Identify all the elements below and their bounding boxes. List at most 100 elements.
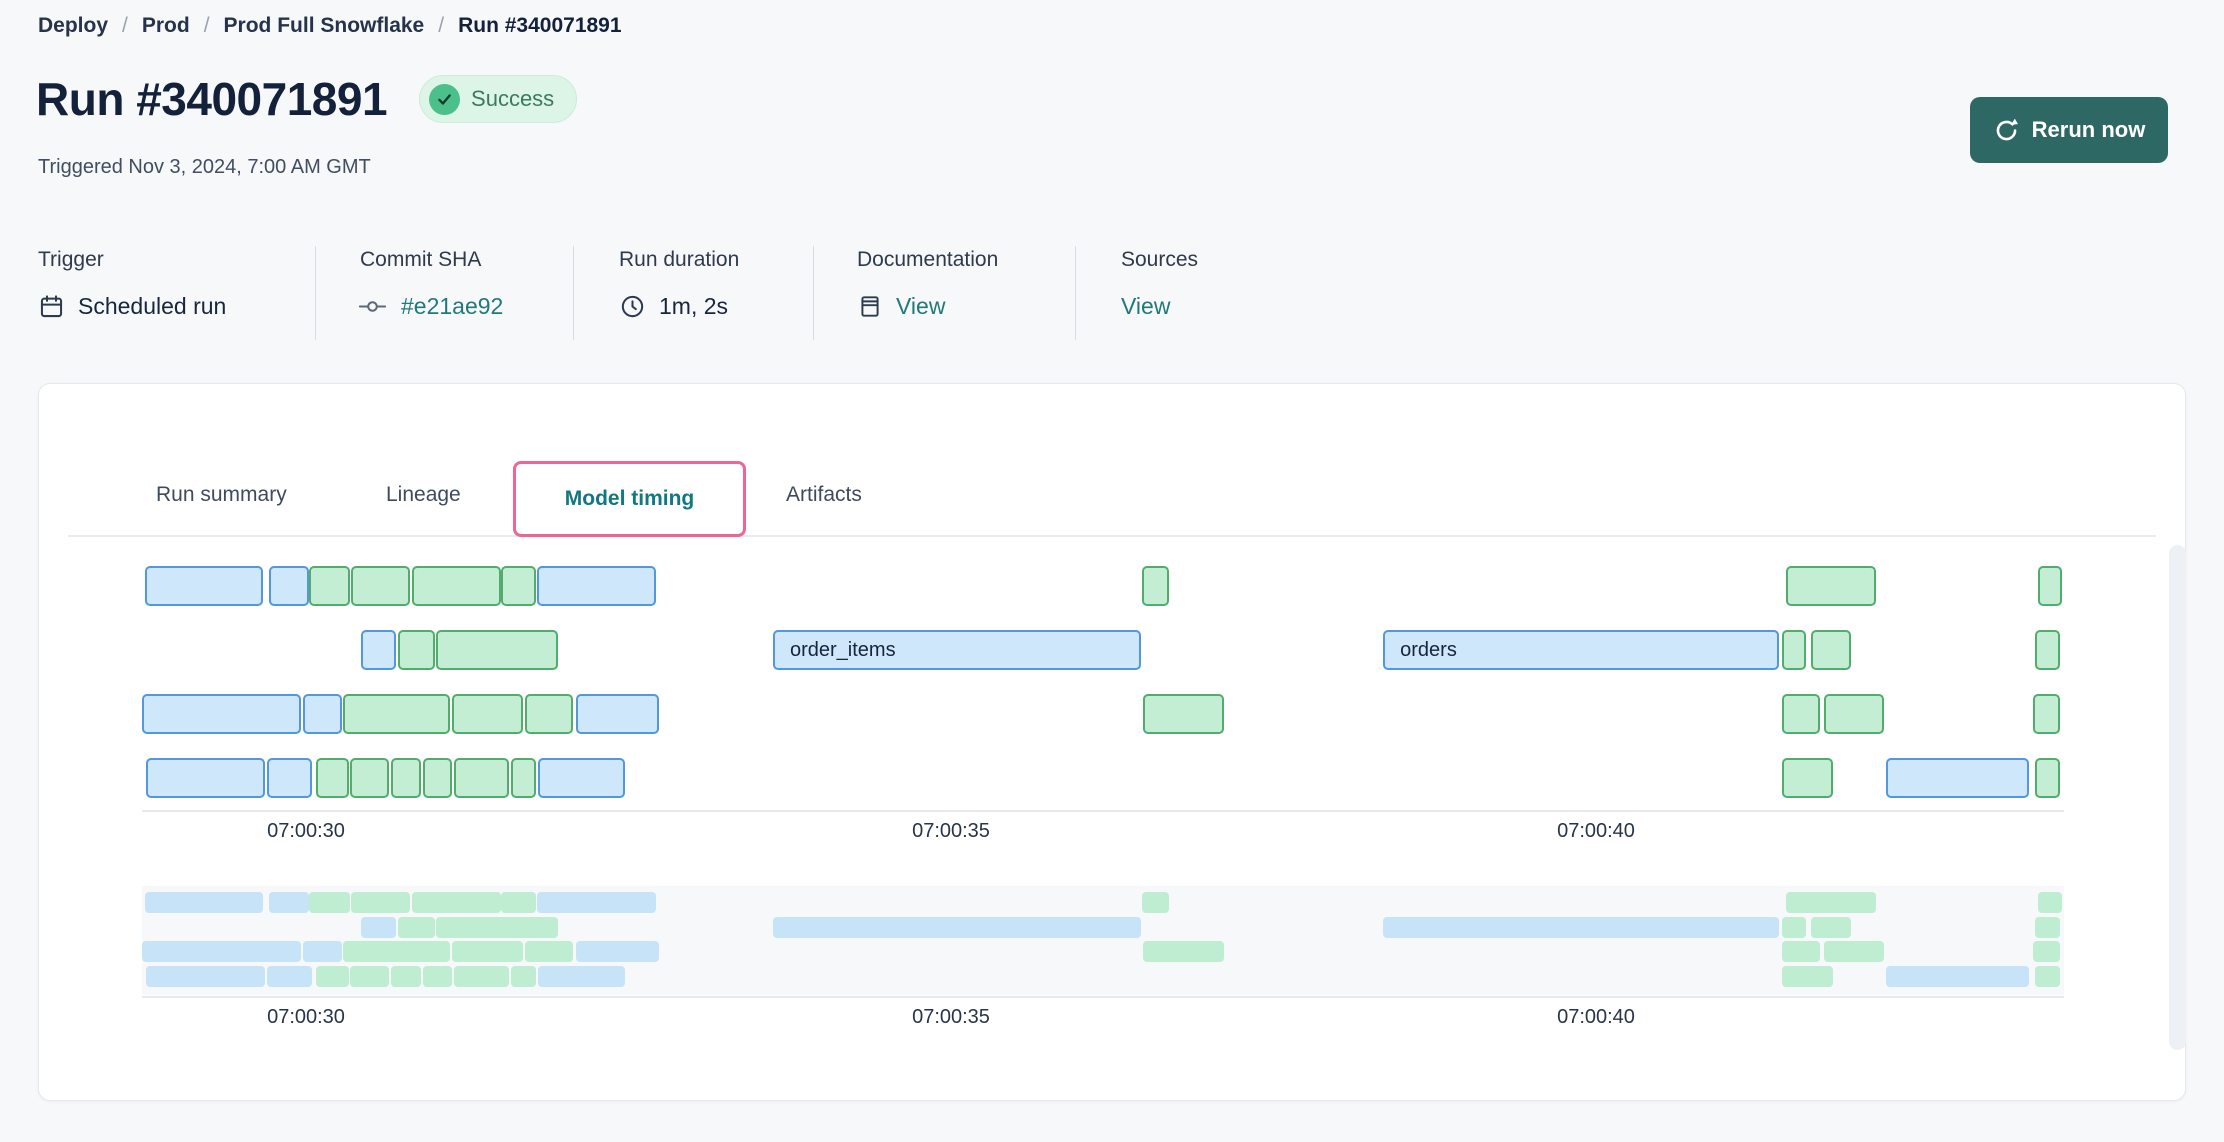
time-axis-label: 07:00:30 <box>267 820 345 843</box>
breadcrumb: Deploy / Prod / Prod Full Snowflake / Ru… <box>38 14 622 38</box>
gantt-bar[interactable] <box>1824 694 1883 734</box>
gantt-bar[interactable] <box>361 630 396 670</box>
gantt-bar[interactable] <box>142 694 301 734</box>
tab-artifacts[interactable]: Artifacts <box>786 483 862 507</box>
gantt-bar-order_items[interactable]: order_items <box>773 630 1141 670</box>
gantt-bar[interactable] <box>267 758 312 798</box>
success-check-icon <box>429 84 460 115</box>
triggered-timestamp: Triggered Nov 3, 2024, 7:00 AM GMT <box>38 156 371 179</box>
page-header: Run #340071891 Success <box>36 72 577 126</box>
meta-value-sources: View <box>1121 293 1170 320</box>
meta-label-run-duration: Run duration <box>619 248 739 272</box>
minimap-bar <box>309 892 350 913</box>
gantt-bar[interactable] <box>538 758 624 798</box>
gantt-bar[interactable] <box>511 758 536 798</box>
gantt-bar[interactable] <box>303 694 342 734</box>
gantt-bar[interactable] <box>2035 630 2061 670</box>
minimap-bar <box>2035 966 2061 987</box>
tab-lineage[interactable]: Lineage <box>386 483 461 507</box>
gantt-bar[interactable] <box>412 566 501 606</box>
gantt-bar[interactable] <box>316 758 348 798</box>
documentation-view-link[interactable]: View <box>896 293 945 320</box>
minimap-bar <box>537 892 656 913</box>
gantt-bar[interactable] <box>269 566 309 606</box>
gantt-bar[interactable] <box>525 694 573 734</box>
minimap-bar <box>511 966 536 987</box>
gantt-bar[interactable] <box>1811 630 1851 670</box>
breadcrumb-deploy[interactable]: Deploy <box>38 14 108 38</box>
minimap-bar <box>303 941 342 962</box>
status-label: Success <box>471 86 554 112</box>
gantt-bar[interactable] <box>343 694 450 734</box>
divider <box>573 246 574 340</box>
gantt-bar[interactable] <box>537 566 656 606</box>
gantt-bar[interactable] <box>454 758 508 798</box>
time-axis-label: 07:00:35 <box>912 820 990 843</box>
minimap-bar <box>1811 917 1851 938</box>
gantt-bar[interactable] <box>1782 694 1821 734</box>
gantt-bar[interactable] <box>2038 566 2061 606</box>
breadcrumb-job[interactable]: Prod Full Snowflake <box>224 14 425 38</box>
gantt-bar[interactable] <box>1782 630 1807 670</box>
breadcrumb-separator: / <box>438 14 444 38</box>
rerun-now-button[interactable]: Rerun now <box>1970 97 2168 163</box>
gantt-bar[interactable] <box>391 758 421 798</box>
gantt-bar[interactable] <box>309 566 350 606</box>
gantt-bar[interactable] <box>146 758 265 798</box>
gantt-bar[interactable] <box>1786 566 1876 606</box>
minimap-bar <box>412 892 501 913</box>
document-icon <box>857 293 883 320</box>
minimap-bar <box>316 966 348 987</box>
divider <box>813 246 814 340</box>
gantt-bar[interactable] <box>145 566 264 606</box>
vertical-scrollbar[interactable] <box>2169 545 2186 1050</box>
minimap-bar <box>452 941 523 962</box>
minimap-bar <box>2038 892 2061 913</box>
sources-view-link[interactable]: View <box>1121 293 1170 320</box>
minimap-bar <box>1786 892 1876 913</box>
tab-model-timing[interactable]: Model timing <box>513 461 746 537</box>
minimap-bar <box>1824 941 1883 962</box>
meta-label-sources: Sources <box>1121 248 1198 272</box>
gantt-bar[interactable] <box>452 694 523 734</box>
gantt-bar[interactable] <box>2035 758 2061 798</box>
status-badge: Success <box>419 75 577 123</box>
minimap-bar <box>2035 917 2061 938</box>
minimap-bar <box>1886 966 2029 987</box>
minimap-bar <box>142 941 301 962</box>
meta-value-run-duration: 1m, 2s <box>619 293 728 320</box>
breadcrumb-prod[interactable]: Prod <box>142 14 190 38</box>
meta-label-trigger: Trigger <box>38 248 104 272</box>
gantt-bar-orders[interactable]: orders <box>1383 630 1779 670</box>
minimap-bar <box>350 966 389 987</box>
gantt-bar[interactable] <box>2033 694 2060 734</box>
gantt-bar[interactable] <box>350 758 389 798</box>
gantt-bar-label: order_items <box>775 639 896 662</box>
breadcrumb-separator: / <box>204 14 210 38</box>
gantt-bar[interactable] <box>1886 758 2029 798</box>
minimap-bar <box>1142 892 1169 913</box>
gantt-bar[interactable] <box>1142 566 1169 606</box>
minimap-bar <box>351 892 410 913</box>
minimap-bar <box>773 917 1141 938</box>
gantt-bar[interactable] <box>423 758 451 798</box>
gantt-bar[interactable] <box>398 630 435 670</box>
tab-run-summary[interactable]: Run summary <box>156 483 287 507</box>
gantt-bar-label: orders <box>1385 639 1457 662</box>
meta-value-trigger: Scheduled run <box>38 293 226 320</box>
minimap-bar <box>343 941 450 962</box>
gantt-bar[interactable] <box>1782 758 1834 798</box>
meta-label-documentation: Documentation <box>857 248 998 272</box>
gantt-bar[interactable] <box>1143 694 1224 734</box>
minimap-bar <box>391 966 421 987</box>
gantt-bar[interactable] <box>436 630 557 670</box>
divider <box>1075 246 1076 340</box>
minimap-bar <box>538 966 624 987</box>
gantt-bar[interactable] <box>351 566 410 606</box>
minimap-bar <box>436 917 557 938</box>
gantt-bar[interactable] <box>501 566 536 606</box>
minimap-bar <box>269 892 309 913</box>
commit-sha-link[interactable]: #e21ae92 <box>401 293 503 320</box>
commit-icon <box>357 293 388 320</box>
gantt-bar[interactable] <box>576 694 660 734</box>
